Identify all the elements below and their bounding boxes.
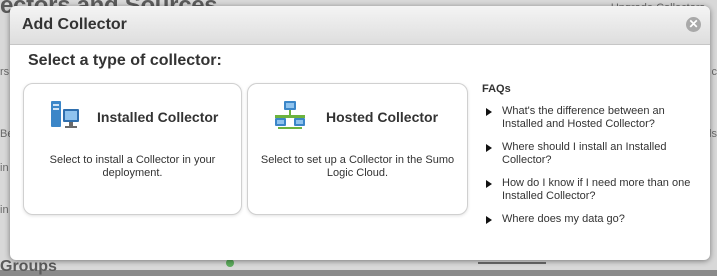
hosted-collector-card[interactable]: Hosted Collector Select to set up a Coll… (247, 83, 468, 215)
dialog-header: Add Collector ✕ (10, 6, 710, 45)
faq-item[interactable]: What's the difference between an Install… (482, 105, 704, 131)
background-left-text: in (0, 162, 9, 174)
installed-collector-title: Installed Collector (97, 109, 218, 125)
faq-item[interactable]: Where should I install an Installed Coll… (482, 141, 704, 167)
triangle-right-icon (486, 108, 492, 116)
close-icon[interactable]: ✕ (686, 17, 701, 32)
hosted-collector-title: Hosted Collector (326, 109, 438, 125)
dialog-title: Add Collector (22, 16, 127, 34)
faq-item-label: Where does my data go? (502, 213, 625, 225)
faq-item-label: How do I know if I need more than one In… (502, 177, 690, 202)
faq-heading: FAQs (482, 83, 704, 95)
triangle-right-icon (486, 180, 492, 188)
add-collector-dialog: Add Collector ✕ Select a type of collect… (10, 6, 710, 260)
background-underline (478, 262, 546, 264)
triangle-right-icon (486, 144, 492, 152)
installed-collector-card[interactable]: Installed Collector Select to install a … (23, 83, 242, 215)
background-left-text: rs (0, 66, 9, 78)
background-left-text: in (0, 204, 9, 216)
faq-item[interactable]: Where does my data go? (482, 213, 704, 226)
faq-item-label: What's the difference between an Install… (502, 105, 665, 130)
faq-panel: FAQs What's the difference between an In… (482, 83, 704, 236)
background-groups-heading: Groups (0, 258, 57, 276)
faq-item-label: Where should I install an Installed Coll… (502, 141, 666, 166)
triangle-right-icon (486, 216, 492, 224)
network-hosted-icon (274, 100, 306, 130)
collector-type-prompt: Select a type of collector: (28, 52, 222, 70)
background-right-text: c (712, 66, 717, 78)
hosted-collector-description: Select to set up a Collector in the Sumo… (258, 154, 457, 180)
faq-item[interactable]: How do I know if I need more than one In… (482, 177, 704, 203)
installed-collector-description: Select to install a Collector in your de… (34, 154, 231, 180)
server-computer-icon (50, 100, 80, 132)
background-status-dot (226, 259, 234, 267)
